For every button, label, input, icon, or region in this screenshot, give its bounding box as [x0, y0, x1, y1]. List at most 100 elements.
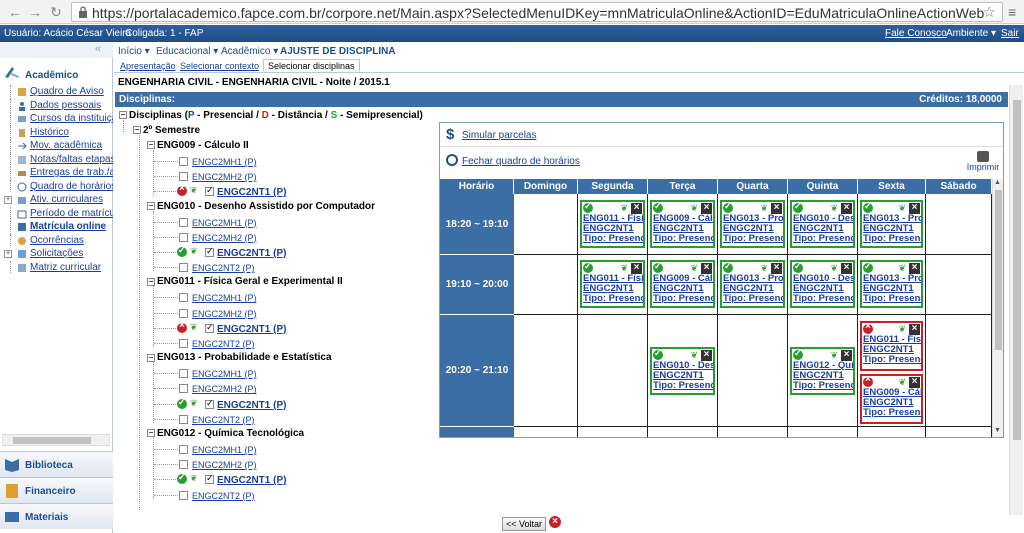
- sidebar-item-quadro-aviso[interactable]: Quadro de Aviso: [0, 85, 113, 99]
- schedule-event[interactable]: ❦×ENG009 - CálculoENGC2NT1Tipo: Presenci…: [650, 200, 715, 248]
- turma-checkbox[interactable]: [179, 157, 188, 166]
- remove-icon[interactable]: ×: [701, 350, 712, 361]
- turma-link[interactable]: ENGC2MH1 (P): [192, 218, 257, 228]
- turma-checkbox[interactable]: [179, 217, 188, 227]
- event-tipo[interactable]: Tipo: Presencial: [652, 294, 713, 304]
- browser-menu-icon[interactable]: ≡: [1008, 4, 1016, 20]
- sidebar-item-matriz-curricular[interactable]: Matriz curricular: [0, 260, 113, 274]
- voltar-button[interactable]: << Voltar: [502, 517, 546, 531]
- schedule-event[interactable]: ❦×ENG010 - DesenhoENGC2NT1Tipo: Presenci…: [790, 260, 855, 308]
- collapse-icon[interactable]: −: [147, 141, 155, 150]
- event-tipo[interactable]: Tipo: Presencial: [722, 234, 783, 244]
- event-tipo[interactable]: Tipo: Presencial: [652, 381, 713, 391]
- turma-checkbox[interactable]: [205, 246, 214, 257]
- turma-link[interactable]: ENGC2NT1 (P): [217, 248, 286, 259]
- remove-icon[interactable]: ×: [631, 203, 642, 214]
- turma-link[interactable]: ENGC2MH2 (P): [192, 172, 257, 182]
- print-button[interactable]: Imprimir: [966, 151, 1000, 173]
- event-tipo[interactable]: Tipo: Presencial: [652, 234, 713, 244]
- sidebar-horizontal-scrollbar[interactable]: [2, 434, 110, 446]
- collapse-icon[interactable]: −: [147, 277, 155, 286]
- turma-link[interactable]: ENGC2NT1 (P): [217, 475, 286, 486]
- breadcrumb-educacional[interactable]: Educacional ▾: [156, 46, 218, 57]
- remove-icon[interactable]: ×: [701, 203, 712, 214]
- schedule-event[interactable]: ❦×ENG013 - ProbENGC2NT1Tipo: Presencial: [720, 200, 785, 248]
- expand-icon[interactable]: +: [4, 250, 12, 258]
- sidebar-item-ativ-curriculares[interactable]: + Ativ. curriculares: [0, 193, 113, 207]
- turma-link[interactable]: ENGC2MH1 (P): [192, 369, 257, 379]
- schedule-event[interactable]: ❦×ENG012 - QuímicaENGC2NT1Tipo: Presenci…: [790, 347, 855, 395]
- remove-icon[interactable]: ×: [841, 203, 852, 214]
- environment-menu[interactable]: Ambiente ▾: [946, 28, 996, 39]
- turma-checkbox[interactable]: [179, 414, 188, 424]
- remove-icon[interactable]: ×: [909, 263, 920, 274]
- turma-link[interactable]: ENGC2MH2 (P): [192, 309, 257, 319]
- turma-checkbox[interactable]: [205, 322, 214, 333]
- collapse-icon[interactable]: −: [147, 201, 155, 210]
- schedule-event[interactable]: ❦×ENG013 - ProbENGC2NT1Tipo: Presencial: [720, 260, 785, 308]
- sidebar-item-quadro-horarios[interactable]: Quadro de horários: [0, 179, 113, 193]
- turma-checkbox[interactable]: [179, 445, 188, 454]
- turma-link[interactable]: ENGC2NT2 (P): [192, 263, 255, 273]
- remove-icon[interactable]: ×: [909, 324, 920, 335]
- module-financeiro[interactable]: Financeiro: [0, 477, 113, 503]
- turma-link[interactable]: ENGC2NT2 (P): [192, 339, 255, 349]
- remove-icon[interactable]: ×: [631, 263, 642, 274]
- event-tipo[interactable]: Tipo: Presencial: [792, 234, 853, 244]
- turma-link[interactable]: ENGC2NT2 (P): [192, 491, 255, 501]
- schedule-event[interactable]: ❦×ENG013 - ProbENGC2NT1Tipo: Presencial: [860, 260, 923, 308]
- turma-link[interactable]: ENGC2MH2 (P): [192, 384, 257, 394]
- schedule-event[interactable]: ❦×ENG010 - DesenhoENGC2NT1Tipo: Presenci…: [790, 200, 855, 248]
- turma-checkbox[interactable]: [205, 473, 214, 485]
- remove-icon[interactable]: ×: [841, 263, 852, 274]
- sidebar-item-notas-faltas[interactable]: Notas/faltas etapas: [0, 152, 113, 166]
- tab-selecionar-disciplinas[interactable]: Selecionar disciplinas: [263, 59, 360, 72]
- schedule-event[interactable]: ❦×ENG011 - FísicaENGC2NT1Tipo: Presencia…: [580, 200, 645, 248]
- turma-link[interactable]: ENGC2MH2 (P): [192, 233, 257, 243]
- sidebar-item-solicitacoes[interactable]: + Solicitações: [0, 247, 113, 261]
- event-tipo[interactable]: Tipo: Presencial: [862, 408, 921, 418]
- event-tipo[interactable]: Tipo: Presencial: [792, 294, 853, 304]
- sidebar-item-dados-pessoais[interactable]: Dados pessoais: [0, 98, 113, 112]
- sidebar-item-periodo-matricula[interactable]: Período de matrícula: [0, 206, 113, 220]
- page-vertical-scrollbar[interactable]: [1009, 85, 1023, 515]
- forward-arrow-icon[interactable]: →: [26, 3, 44, 21]
- event-tipo[interactable]: Tipo: Presencial: [862, 294, 921, 304]
- sidebar-item-cursos[interactable]: Cursos da instituição: [0, 112, 113, 126]
- remove-icon[interactable]: ×: [771, 263, 782, 274]
- turma-checkbox[interactable]: [179, 232, 188, 242]
- schedule-event[interactable]: ❦×ENG010 - DesenhoENGC2NT1Tipo: Presenci…: [650, 347, 715, 395]
- sidebar-item-ocorrencias[interactable]: Ocorrências: [0, 233, 113, 247]
- cancel-icon[interactable]: ×: [549, 516, 561, 528]
- turma-checkbox[interactable]: [179, 369, 188, 379]
- tab-apresentacao[interactable]: Apresentação: [116, 60, 180, 73]
- turma-checkbox[interactable]: [179, 308, 188, 318]
- module-materiais[interactable]: Materiais: [0, 503, 113, 529]
- remove-icon[interactable]: ×: [771, 203, 782, 214]
- sidebar-collapse-bar[interactable]: «: [0, 42, 113, 58]
- turma-link[interactable]: ENGC2NT1 (P): [217, 324, 286, 335]
- event-tipo[interactable]: Tipo: Presencial: [582, 294, 643, 304]
- collapse-icon[interactable]: −: [147, 353, 155, 362]
- sidebar-item-mov-academica[interactable]: Mov. acadêmica: [0, 139, 113, 153]
- simular-parcelas-link[interactable]: Simular parcelas: [462, 130, 536, 141]
- remove-icon[interactable]: ×: [701, 263, 712, 274]
- schedule-event[interactable]: ❦×ENG013 - ProbENGC2NT1Tipo: Presencial: [860, 200, 923, 248]
- turma-link[interactable]: ENGC2MH1 (P): [192, 293, 257, 303]
- sidebar-item-entregas[interactable]: Entregas de trab./ativ.: [0, 166, 113, 180]
- event-tipo[interactable]: Tipo: Presencial: [862, 234, 921, 244]
- fechar-quadro-link[interactable]: Fechar quadro de horários: [462, 156, 580, 167]
- collapse-icon[interactable]: −: [119, 111, 127, 120]
- collapse-icon[interactable]: «: [95, 43, 101, 55]
- sidebar-item-matricula-online[interactable]: Matrícula online: [0, 220, 113, 234]
- collapse-icon[interactable]: −: [147, 429, 155, 438]
- turma-link[interactable]: ENGC2MH1 (P): [192, 157, 257, 167]
- turma-checkbox[interactable]: [205, 398, 214, 409]
- schedule-vertical-scrollbar[interactable]: ▲ ▼: [992, 179, 1003, 437]
- turma-link[interactable]: ENGC2NT1 (P): [217, 400, 286, 411]
- event-tipo[interactable]: Tipo: Presencial: [582, 234, 643, 244]
- module-biblioteca[interactable]: Biblioteca: [0, 451, 113, 477]
- turma-checkbox[interactable]: [179, 490, 188, 500]
- event-tipo[interactable]: Tipo: Presencial: [862, 355, 921, 365]
- expand-icon[interactable]: +: [4, 196, 12, 204]
